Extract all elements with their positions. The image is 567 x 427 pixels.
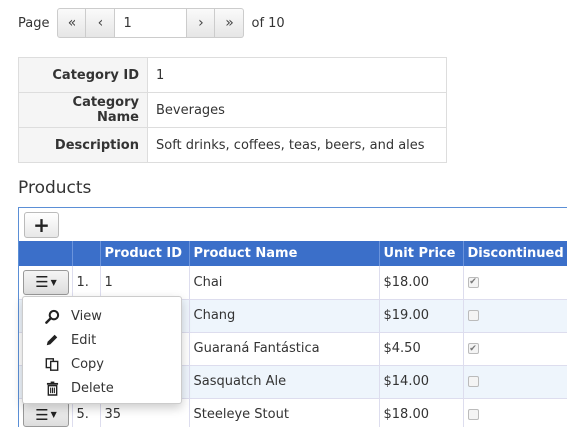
next-page-button[interactable]: › [186, 8, 216, 38]
discontinued-cell [463, 299, 567, 333]
detail-row: Description Soft drinks, coffees, teas, … [18, 127, 447, 163]
menu-item-label: Edit [71, 332, 97, 348]
column-header-number [72, 241, 101, 266]
caret-down-icon: ▼ [50, 277, 57, 287]
column-header-product-id[interactable]: Product ID [100, 241, 190, 266]
caret-down-icon: ▼ [50, 410, 57, 419]
page-number-input[interactable] [115, 8, 187, 38]
column-header-actions [19, 241, 73, 266]
discontinued-checkbox [467, 409, 479, 420]
detail-row: Category ID 1 [18, 57, 447, 93]
category-details-table: Category ID 1 Category Name Beverages De… [18, 57, 447, 163]
copy-icon [43, 357, 61, 372]
detail-key: Category Name [18, 92, 148, 128]
row-number: 1. [72, 266, 101, 300]
row-actions-menu: View Edit Copy Delete [22, 296, 182, 404]
discontinued-checkbox [467, 310, 479, 321]
row-actions-cell: ☰▼ [19, 266, 73, 300]
unit-price: $4.50 [379, 332, 464, 366]
chevron-right-icon: › [198, 15, 204, 31]
hamburger-icon: ☰ [35, 273, 49, 292]
detail-key: Category ID [18, 57, 148, 93]
menu-item-label: Copy [71, 356, 104, 372]
row-menu-button[interactable]: ☰▼ [23, 269, 69, 295]
discontinued-cell: ✔ [463, 332, 567, 366]
plus-icon: + [33, 213, 50, 237]
pager-label: Page [18, 15, 50, 31]
double-chevron-left-icon: « [67, 15, 77, 31]
discontinued-cell: ✔ [463, 266, 567, 300]
menu-item-label: Delete [71, 380, 114, 396]
product-name: Sasquatch Ale [189, 365, 380, 399]
prev-page-button[interactable]: ‹ [86, 8, 116, 38]
hamburger-icon: ☰ [35, 405, 49, 424]
first-page-button[interactable]: « [57, 8, 87, 38]
page-count: of 10 [251, 15, 285, 31]
menu-item-view[interactable]: View [23, 304, 181, 328]
products-section-title: Products [18, 178, 92, 198]
unit-price: $14.00 [379, 365, 464, 399]
detail-value: Soft drinks, coffees, teas, beers, and a… [147, 127, 447, 163]
table-row: ☰ ▼ 1. 1 Chai $18.00 ✔ [19, 266, 567, 300]
product-name: Guaraná Fantástica [189, 332, 380, 366]
menu-item-label: View [71, 308, 102, 324]
row-menu-button[interactable]: ☰▼ [23, 402, 69, 427]
pager: Page « ‹ › » of 10 [18, 8, 285, 38]
column-header-product-name[interactable]: Product Name [189, 241, 380, 266]
detail-key: Description [18, 127, 148, 163]
last-page-button[interactable]: » [215, 8, 245, 38]
pencil-icon [43, 333, 61, 347]
detail-value: Beverages [147, 92, 447, 128]
detail-row: Category Name Beverages [18, 92, 447, 128]
chevron-left-icon: ‹ [97, 15, 104, 31]
column-header-discontinued[interactable]: Discontinued [463, 241, 567, 266]
search-icon [43, 309, 61, 324]
table-header-row: Product ID Product Name Unit Price Disco… [19, 241, 567, 266]
product-id: 1 [100, 266, 190, 300]
product-name: Chai [189, 266, 380, 300]
trash-icon [43, 381, 61, 396]
menu-item-copy[interactable]: Copy [23, 352, 181, 376]
unit-price: $18.00 [379, 266, 464, 300]
grid-toolbar: + [19, 208, 567, 241]
unit-price: $19.00 [379, 299, 464, 333]
detail-value: 1 [147, 57, 447, 93]
discontinued-checkbox [467, 376, 479, 387]
menu-item-delete[interactable]: Delete [23, 376, 181, 400]
product-name: Chang [189, 299, 380, 333]
discontinued-checkbox: ✔ [467, 276, 479, 288]
discontinued-cell [463, 365, 567, 399]
discontinued-checkbox: ✔ [467, 343, 479, 354]
menu-item-edit[interactable]: Edit [23, 328, 181, 352]
double-chevron-right-icon: » [225, 15, 234, 31]
column-header-unit-price[interactable]: Unit Price [379, 241, 464, 266]
add-product-button[interactable]: + [24, 212, 59, 238]
